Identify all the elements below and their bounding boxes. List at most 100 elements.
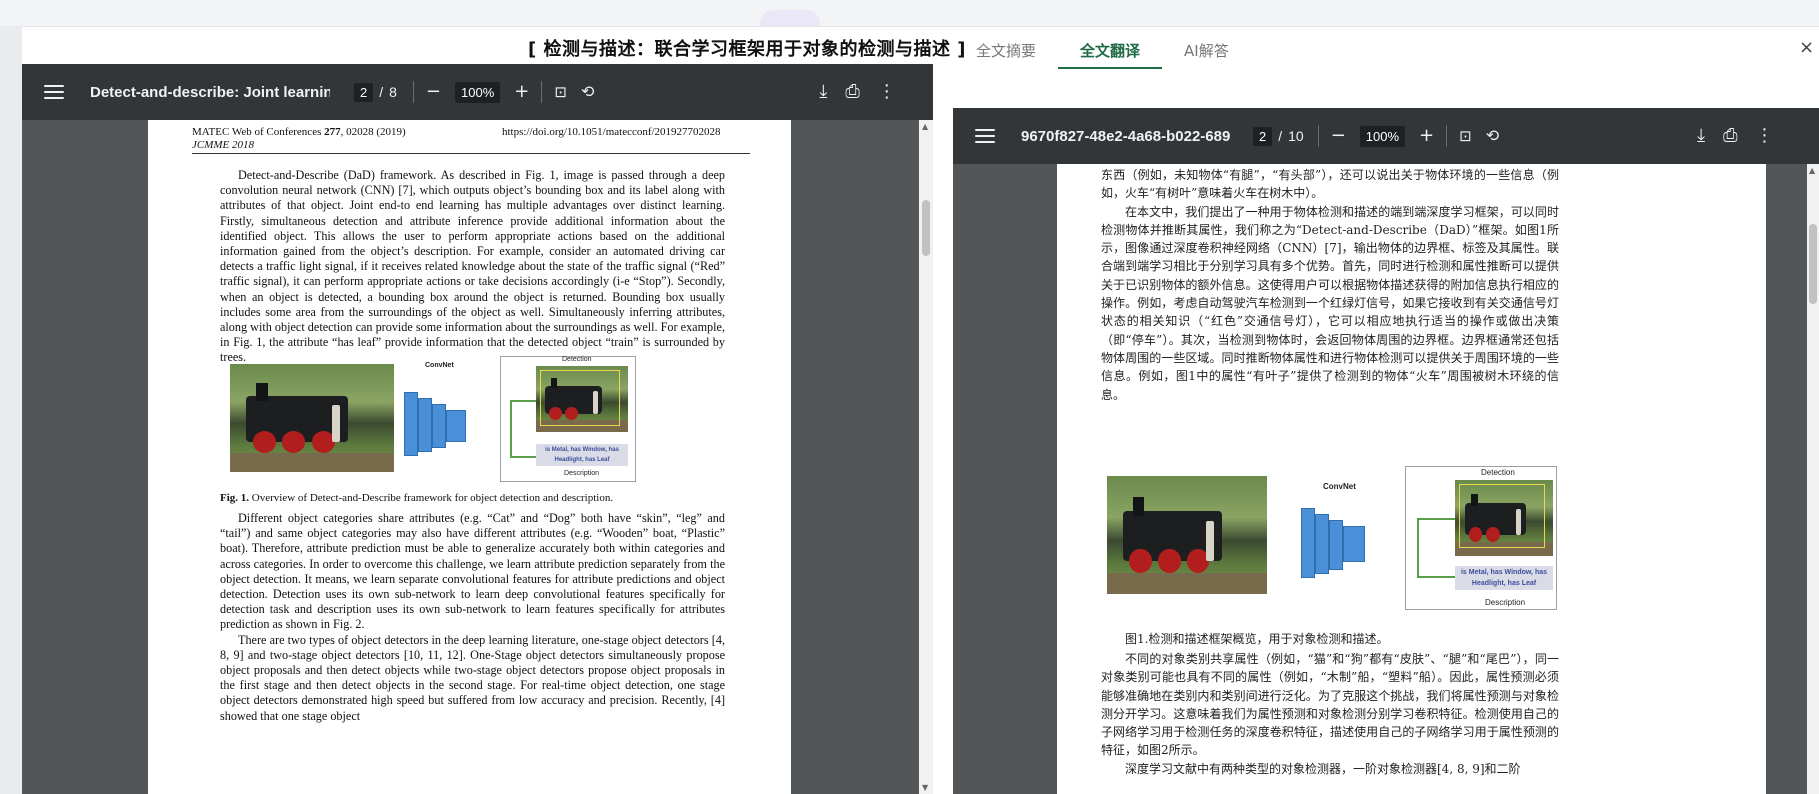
- paragraph: 东西（例如，未知物体“有腿”，“有头部”），还可以说出关于物体环境的一些信息（例…: [1101, 168, 1559, 201]
- conv-layer: [1343, 526, 1365, 562]
- pdf-page: 东西（例如，未知物体“有腿”，“有头部”），还可以说出关于物体环境的一些信息（例…: [1057, 164, 1766, 794]
- body-text-bottom: Different object categories share attrib…: [220, 511, 725, 724]
- paragraph: Different object categories share attrib…: [220, 511, 725, 632]
- conv-layer: [418, 398, 432, 452]
- description-text: is Metal, has Window, has Headlight, has…: [1455, 566, 1553, 590]
- page-number-input[interactable]: 2: [354, 82, 374, 102]
- zoom-out-icon[interactable]: −: [426, 83, 441, 101]
- bounding-box: [1459, 484, 1545, 548]
- paragraph: 不同的对象类别共享属性（例如，“猫”和“狗”都有“皮肤”、“腿”和“尾巴”），同…: [1101, 652, 1559, 758]
- left-pdf-viewer: Detect-and-describe: Joint learning... 2…: [22, 64, 933, 794]
- toolbar-divider: [412, 81, 414, 103]
- connector: [510, 456, 536, 458]
- download-icon[interactable]: ⤓: [819, 83, 827, 101]
- document-title: Detect-and-describe: Joint learning...: [90, 83, 330, 101]
- connector: [1417, 518, 1419, 578]
- zoom-level-input[interactable]: 100%: [1359, 125, 1406, 147]
- scroll-down-icon[interactable]: ▼: [922, 783, 928, 792]
- conv-layer: [432, 404, 446, 448]
- page-header-left: MATEC Web of Conferences 277, 02028 (201…: [192, 126, 406, 138]
- right-pdf-toolbar: 9670f827-48e2-4a68-b022-689... 2 / 10 − …: [953, 108, 1819, 164]
- paragraph: Detect-and-Describe (DaD) framework. As …: [220, 168, 725, 365]
- conv-layer: [1301, 508, 1315, 578]
- translated-text-bottom: 不同的对象类别共享属性（例如，“猫”和“狗”都有“皮肤”、“腿”和“尾巴”），同…: [1101, 650, 1559, 778]
- header-article: , 02028 (2019): [340, 126, 406, 138]
- figure-caption: 图1.检测和描述框架概览，用于对象检测和描述。: [1125, 632, 1389, 646]
- tab-summary[interactable]: 全文摘要: [954, 36, 1058, 69]
- description-text: is Metal, has Window, has Headlight, has…: [536, 444, 628, 466]
- figure-caption: Fig. 1. Overview of Detect-and-Describe …: [220, 492, 613, 504]
- connector: [1417, 576, 1455, 578]
- paragraph: There are two types of object detectors …: [220, 632, 725, 723]
- train-photo: [1107, 476, 1267, 594]
- download-icon[interactable]: ⤓: [1697, 127, 1705, 145]
- train-photo: [230, 364, 394, 472]
- figure-1: ConvNet Detection is Metal, has Window, …: [230, 356, 646, 484]
- scrollbar[interactable]: ▲: [1807, 164, 1819, 794]
- description-label: Description: [564, 470, 600, 477]
- zoom-in-icon[interactable]: +: [514, 83, 529, 101]
- page-separator: /: [1278, 128, 1283, 144]
- rotate-icon[interactable]: ⟲: [1486, 128, 1499, 144]
- scroll-thumb[interactable]: [1809, 224, 1817, 304]
- left-pdf-toolbar: Detect-and-describe: Joint learning... 2…: [22, 64, 933, 120]
- description-label: Description: [1485, 598, 1526, 607]
- convnet-label: ConvNet: [1323, 482, 1356, 491]
- print-icon[interactable]: ⎙: [1723, 127, 1737, 145]
- modal-title: [ 检测与描述：联合学习框架用于对象的检测与描述 ]: [528, 39, 966, 60]
- conv-layer: [404, 392, 418, 456]
- toolbar-divider: [1317, 125, 1319, 147]
- header-volume: 277: [324, 126, 341, 138]
- zoom-out-icon[interactable]: −: [1331, 127, 1346, 145]
- top-strip: [0, 0, 1819, 36]
- detection-label: Detection: [1481, 468, 1515, 477]
- translated-text-top: 东西（例如，未知物体“有腿”，“有头部”），还可以说出关于物体环境的一些信息（例…: [1101, 166, 1559, 404]
- scrollbar[interactable]: ▲ ▼: [919, 120, 933, 794]
- result-tabs: 全文摘要 全文翻译 AI解答: [954, 36, 1251, 69]
- figure-1: ConvNet Detection is Metal, has Window, …: [1107, 466, 1559, 610]
- connector: [510, 400, 512, 458]
- scroll-thumb[interactable]: [922, 200, 930, 256]
- print-icon[interactable]: ⎙: [845, 83, 859, 101]
- menu-icon[interactable]: [975, 129, 995, 143]
- header-journal: MATEC Web of Conferences: [192, 126, 325, 138]
- rotate-icon[interactable]: ⟲: [581, 84, 594, 100]
- pdf-page: MATEC Web of Conferences 277, 02028 (201…: [148, 120, 791, 794]
- paragraph: 深度学习文献中有两种类型的对象检测器，一阶对象检测器[4, 8, 9]和二阶: [1125, 761, 1521, 776]
- scroll-up-icon[interactable]: ▲: [922, 122, 928, 131]
- body-text-top: Detect-and-Describe (DaD) framework. As …: [220, 168, 725, 366]
- page-header-conf: JCMME 2018: [192, 139, 255, 151]
- connector: [510, 400, 536, 402]
- toolbar-divider: [1446, 125, 1448, 147]
- fit-page-icon[interactable]: ⊡: [1459, 128, 1472, 144]
- detection-label: Detection: [562, 356, 592, 363]
- page-separator: /: [379, 84, 384, 100]
- connector: [1417, 518, 1455, 520]
- bounding-box: [540, 370, 620, 426]
- header-rule: [192, 153, 750, 154]
- page-total: 10: [1288, 128, 1304, 144]
- toolbar-divider: [541, 81, 543, 103]
- convnet-label: ConvNet: [425, 362, 454, 369]
- right-pdf-viewer: 9670f827-48e2-4a68-b022-689... 2 / 10 − …: [953, 108, 1819, 794]
- fit-page-icon[interactable]: ⊡: [554, 84, 567, 100]
- zoom-level-input[interactable]: 100%: [455, 81, 501, 103]
- caption-text: Overview of Detect-and-Describe framewor…: [249, 492, 614, 504]
- page-number-input[interactable]: 2: [1253, 126, 1273, 146]
- conv-layer: [1329, 520, 1343, 570]
- conv-layer: [446, 410, 466, 442]
- menu-icon[interactable]: [44, 85, 64, 99]
- scroll-up-icon[interactable]: ▲: [1809, 166, 1815, 175]
- more-icon[interactable]: ⋮: [1756, 127, 1774, 145]
- caption-label: Fig. 1.: [220, 492, 250, 504]
- tab-ai-answer[interactable]: AI解答: [1162, 36, 1251, 69]
- page-total: 8: [389, 84, 397, 100]
- page-header-doi: https://doi.org/10.1051/matecconf/201927…: [502, 126, 721, 138]
- close-icon[interactable]: ×: [1799, 37, 1819, 58]
- paragraph: 在本文中，我们提出了一种用于物体检测和描述的端到端深度学习框架，可以同时检测物体…: [1101, 204, 1559, 402]
- conv-layer: [1315, 514, 1329, 574]
- more-icon[interactable]: ⋮: [878, 83, 896, 101]
- zoom-in-icon[interactable]: +: [1419, 127, 1434, 145]
- tab-translation[interactable]: 全文翻译: [1058, 36, 1163, 69]
- document-title: 9670f827-48e2-4a68-b022-689...: [1021, 127, 1231, 145]
